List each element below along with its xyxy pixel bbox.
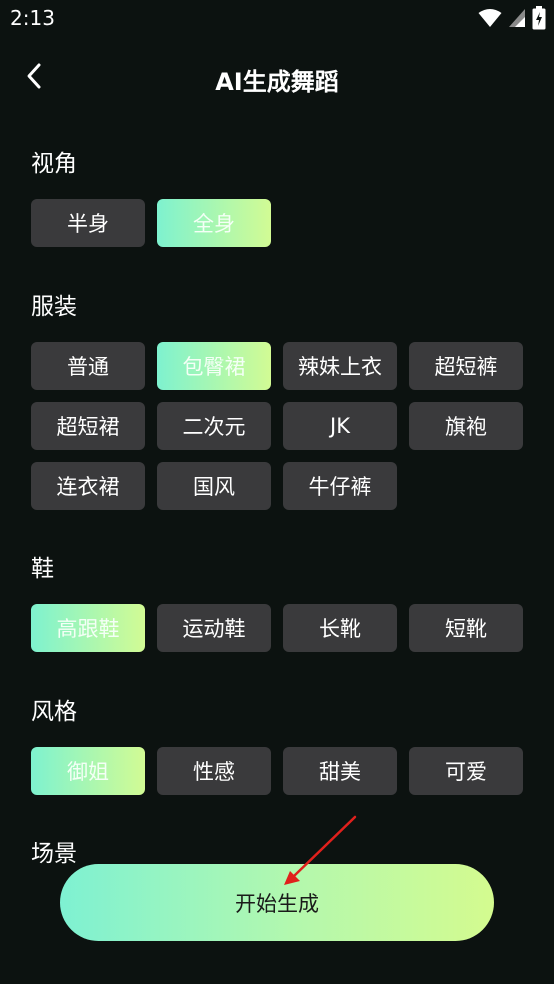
page-title: AI生成舞蹈 — [215, 68, 339, 96]
battery-charging-icon — [532, 6, 546, 30]
app-bar: AI生成舞蹈 — [0, 50, 554, 106]
option-shoes-long-boots[interactable]: 长靴 — [283, 604, 397, 652]
option-outfit-short-shorts[interactable]: 超短裤 — [409, 342, 523, 390]
option-style-mature[interactable]: 御姐 — [31, 747, 145, 795]
option-style-cute[interactable]: 可爱 — [409, 747, 523, 795]
section-title-scene: 场景 — [31, 841, 77, 867]
section-title-style: 风格 — [31, 699, 77, 725]
option-view-half-body[interactable]: 半身 — [31, 199, 145, 247]
status-icons — [478, 6, 546, 30]
option-outfit-anime[interactable]: 二次元 — [157, 402, 271, 450]
wifi-icon — [478, 8, 502, 28]
option-outfit-jeans[interactable]: 牛仔裤 — [283, 462, 397, 510]
option-outfit-jk[interactable]: JK — [283, 402, 397, 450]
option-outfit-normal[interactable]: 普通 — [31, 342, 145, 390]
option-style-sweet[interactable]: 甜美 — [283, 747, 397, 795]
signal-icon — [508, 8, 526, 28]
option-outfit-chinese-style[interactable]: 国风 — [157, 462, 271, 510]
start-generate-button[interactable]: 开始生成 — [60, 864, 494, 941]
screen: 2:13 AI生成舞蹈 视角 半身 全身 服装 普通 包臀裙 辣妹上衣 超短裤 … — [0, 0, 554, 984]
status-bar: 2:13 — [0, 0, 554, 38]
option-outfit-hot-girl-top[interactable]: 辣妹上衣 — [283, 342, 397, 390]
section-title-outfit: 服装 — [31, 294, 77, 320]
option-view-full-body[interactable]: 全身 — [157, 199, 271, 247]
option-outfit-mini-skirt[interactable]: 超短裙 — [31, 402, 145, 450]
option-shoes-sneakers[interactable]: 运动鞋 — [157, 604, 271, 652]
option-outfit-qipao[interactable]: 旗袍 — [409, 402, 523, 450]
section-title-shoes: 鞋 — [31, 556, 54, 582]
section-title-view: 视角 — [31, 151, 77, 177]
option-style-sexy[interactable]: 性感 — [157, 747, 271, 795]
option-shoes-high-heels[interactable]: 高跟鞋 — [31, 604, 145, 652]
option-outfit-bodycon-skirt[interactable]: 包臀裙 — [157, 342, 271, 390]
status-time: 2:13 — [10, 6, 55, 30]
start-generate-label: 开始生成 — [235, 891, 319, 916]
option-shoes-short-boots[interactable]: 短靴 — [409, 604, 523, 652]
option-outfit-dress[interactable]: 连衣裙 — [31, 462, 145, 510]
